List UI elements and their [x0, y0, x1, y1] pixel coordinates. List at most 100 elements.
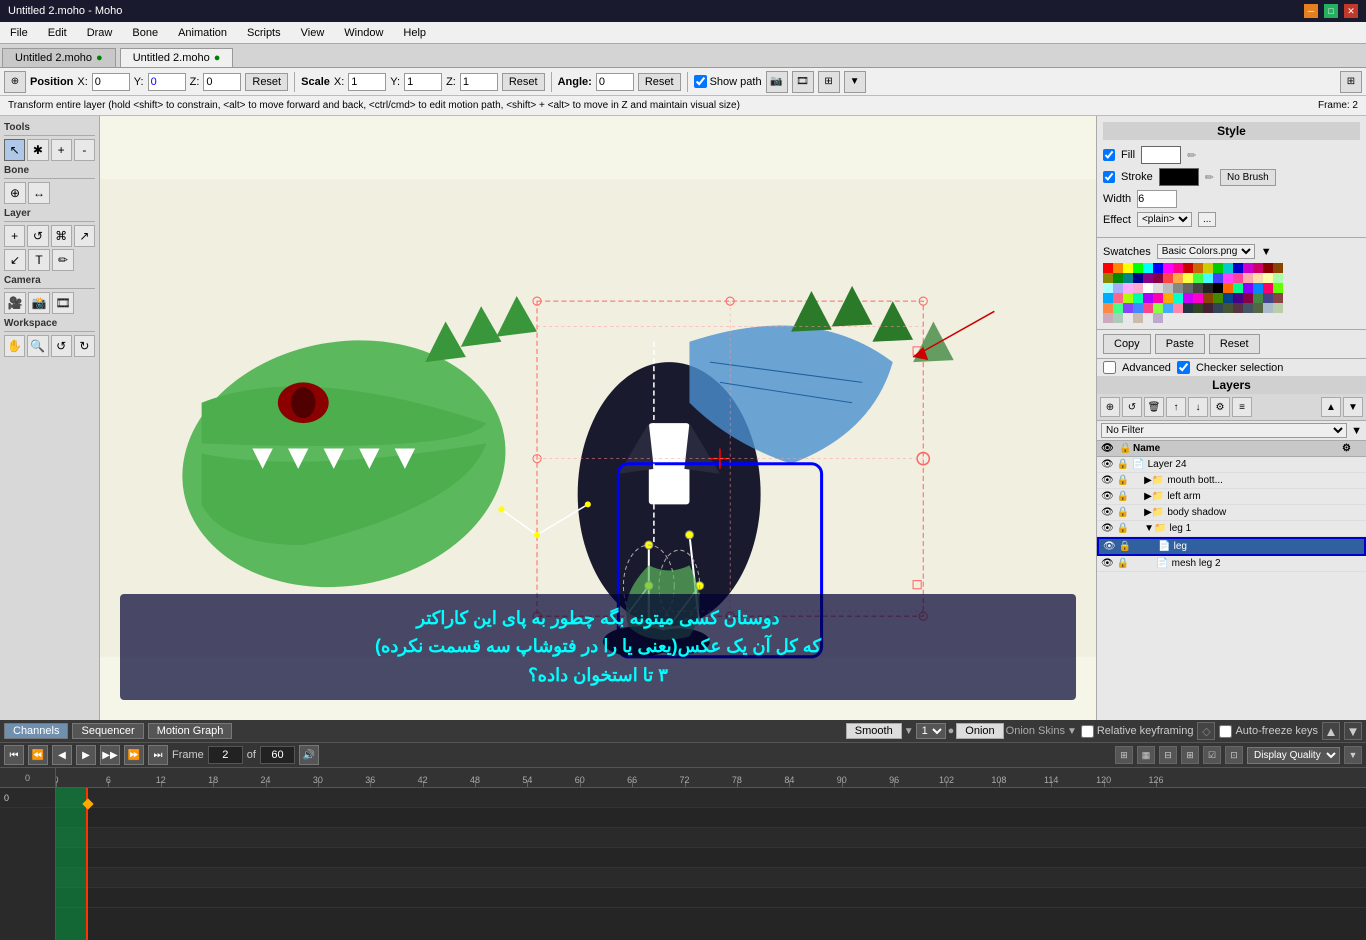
layer-vis-2[interactable]: 👁 [1101, 491, 1114, 502]
swatch-40[interactable] [1143, 283, 1153, 293]
dropdown-btn[interactable]: ▼ [844, 71, 866, 93]
transform-icon[interactable]: ⊕ [4, 71, 26, 93]
track-row-3[interactable] [56, 828, 1366, 848]
track-row-1[interactable] [56, 788, 1366, 808]
bone-transform-tool[interactable]: ↔ [28, 182, 50, 204]
layers-tool5[interactable]: ↓ [1188, 397, 1208, 417]
grid-icon-btn[interactable]: ⊞ [1340, 71, 1362, 93]
minimize-button[interactable]: ─ [1304, 4, 1318, 18]
view-btn1[interactable]: ⊞ [1115, 746, 1133, 764]
swatch-25[interactable] [1173, 273, 1183, 283]
swatch-63[interactable] [1193, 293, 1203, 303]
sequencer-tab[interactable]: Sequencer [72, 723, 143, 739]
swatch-39[interactable] [1133, 283, 1143, 293]
fill-edit-icon[interactable]: ✏ [1187, 149, 1196, 162]
menu-scripts[interactable]: Scripts [237, 25, 291, 41]
swatch-85[interactable] [1233, 303, 1243, 313]
swatch-56[interactable] [1123, 293, 1133, 303]
timeline-up-btn[interactable]: ▲ [1322, 722, 1340, 740]
swatch-0[interactable] [1103, 263, 1113, 273]
swatch-12[interactable] [1223, 263, 1233, 273]
add-layer-tool[interactable]: + [4, 225, 25, 247]
reset2-button[interactable]: Reset [502, 73, 545, 91]
stroke-edit-icon[interactable]: ✏ [1205, 171, 1214, 184]
maximize-button[interactable]: □ [1324, 4, 1338, 18]
layer-vis-6[interactable]: 👁 [1101, 558, 1114, 569]
swatch-5[interactable] [1153, 263, 1163, 273]
swatch-67[interactable] [1233, 293, 1243, 303]
redo-tool[interactable]: ↻ [74, 335, 95, 357]
zoom-tool[interactable]: 🔍 [27, 335, 48, 357]
swatch-19[interactable] [1113, 273, 1123, 283]
swatch-68[interactable] [1243, 293, 1253, 303]
swatch-49[interactable] [1233, 283, 1243, 293]
frame-input[interactable] [208, 746, 243, 764]
swatch-11[interactable] [1213, 263, 1223, 273]
text-tool[interactable]: T [28, 249, 50, 271]
channels-tab[interactable]: Channels [4, 723, 68, 739]
filter-dropdown-arrow[interactable]: ▼ [1351, 425, 1362, 437]
position-y-input[interactable] [148, 73, 186, 91]
swatch-92[interactable] [1123, 313, 1133, 323]
swatch-75[interactable] [1133, 303, 1143, 313]
layer-lock-3[interactable]: 🔒 [1117, 507, 1129, 518]
smooth-number[interactable]: 1 [916, 723, 946, 739]
pen-tool[interactable]: ✏ [52, 249, 74, 271]
layer-item-3[interactable]: 👁 🔒 ▶ 📁 body shadow [1097, 505, 1366, 521]
swatch-44[interactable] [1183, 283, 1193, 293]
swatch-18[interactable] [1103, 273, 1113, 283]
swatch-24[interactable] [1163, 273, 1173, 283]
swatch-88[interactable] [1263, 303, 1273, 313]
swatch-79[interactable] [1173, 303, 1183, 313]
track-row-6[interactable] [56, 888, 1366, 908]
swatch-16[interactable] [1263, 263, 1273, 273]
swatch-78[interactable] [1163, 303, 1173, 313]
layers-tool6[interactable]: ⚙ [1210, 397, 1230, 417]
swatch-20[interactable] [1123, 273, 1133, 283]
fill-color-swatch[interactable] [1141, 146, 1181, 164]
swatch-15[interactable] [1253, 263, 1263, 273]
no-brush-button[interactable]: No Brush [1220, 169, 1276, 186]
position-z-input[interactable] [203, 73, 241, 91]
swatch-27[interactable] [1193, 273, 1203, 283]
swatch-13[interactable] [1233, 263, 1243, 273]
track-row-2[interactable] [56, 808, 1366, 828]
swatch-59[interactable] [1153, 293, 1163, 303]
layer-lock-0[interactable]: 🔒 [1117, 459, 1129, 470]
bone-tool[interactable]: ⊕ [4, 182, 26, 204]
layers-scroll-down[interactable]: ▼ [1343, 397, 1363, 417]
swatch-26[interactable] [1183, 273, 1193, 283]
swatch-8[interactable] [1183, 263, 1193, 273]
layer-vis-5[interactable]: 👁 [1103, 541, 1116, 552]
swatch-54[interactable] [1103, 293, 1113, 303]
swatch-30[interactable] [1223, 273, 1233, 283]
swatch-35[interactable] [1273, 273, 1283, 283]
swatch-89[interactable] [1273, 303, 1283, 313]
advanced-checkbox[interactable] [1103, 361, 1116, 374]
filter-select[interactable]: No Filter [1101, 423, 1347, 438]
swatch-87[interactable] [1253, 303, 1263, 313]
swatch-74[interactable] [1123, 303, 1133, 313]
swatch-90[interactable] [1103, 313, 1113, 323]
menu-animation[interactable]: Animation [168, 25, 237, 41]
layer-lock-5[interactable]: 🔒 [1119, 541, 1131, 552]
swatch-66[interactable] [1223, 293, 1233, 303]
swatch-1[interactable] [1113, 263, 1123, 273]
menu-window[interactable]: Window [334, 25, 393, 41]
camera-tool2[interactable]: 📸 [28, 292, 50, 314]
layer-item-2[interactable]: 👁 🔒 ▶ 📁 left arm [1097, 489, 1366, 505]
swatch-64[interactable] [1203, 293, 1213, 303]
layers-tool3[interactable]: 🗑 [1144, 397, 1164, 417]
pan-tool[interactable]: ✋ [4, 335, 25, 357]
swatch-70[interactable] [1263, 293, 1273, 303]
total-frames-input[interactable] [260, 746, 295, 764]
transform-tool[interactable]: ✱ [27, 139, 48, 161]
tab-2[interactable]: Untitled 2.moho● [120, 48, 234, 67]
swatch-37[interactable] [1113, 283, 1123, 293]
layer-expand-4[interactable]: ▼ [1144, 523, 1154, 534]
swatch-21[interactable] [1133, 273, 1143, 283]
swatch-91[interactable] [1113, 313, 1123, 323]
layers-tool2[interactable]: ↺ [1122, 397, 1142, 417]
swatch-29[interactable] [1213, 273, 1223, 283]
swatch-55[interactable] [1113, 293, 1123, 303]
